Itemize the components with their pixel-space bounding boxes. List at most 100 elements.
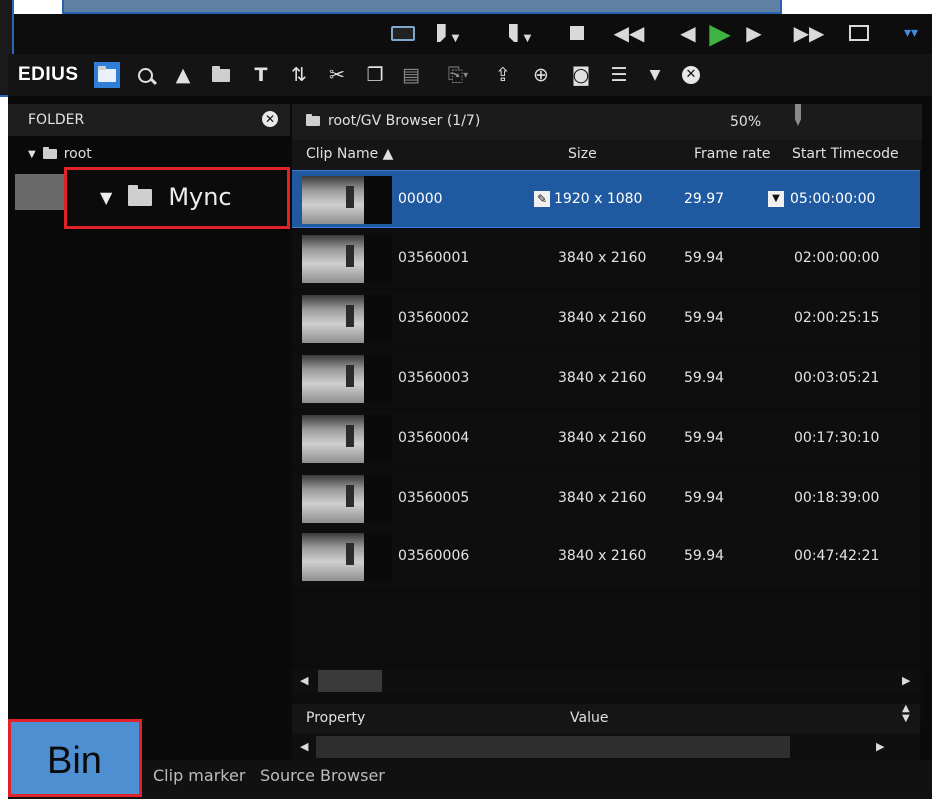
refresh-icon[interactable]: ⇅ [286,62,312,88]
property-horizontal-scrollbar[interactable]: ◀ ▶ [292,734,920,760]
folder-label-root: root [63,146,92,162]
clip-frame-rate: 29.97 [684,191,725,207]
column-clip-name[interactable]: Clip Name ▲ [306,146,393,162]
clip-start-timecode: 05:00:00:00 [790,191,876,207]
folder-icon [128,184,153,206]
expand-arrow-icon[interactable]: ▼ [100,188,112,207]
transport-bar: ▼ ▼ ◀◀ ◀ ▶ ▶ ▶▶ ▾▾ [14,14,932,54]
folder-close-icon[interactable]: ✕ [262,111,278,127]
edit-icon[interactable]: ✎ [534,191,550,207]
clip-start-timecode: 00:18:39:00 [794,490,880,506]
scroll-left-icon[interactable]: ◀ [300,740,308,753]
clip-size: 3840 x 2160 [558,490,647,506]
list-view-icon[interactable]: ☰ [606,62,632,88]
scroll-up-down-icon[interactable]: ▲ ▼ [902,704,910,724]
clip-frame-rate: 59.94 [684,430,725,446]
clip-size: 3840 x 2160 [558,250,647,266]
clip-row[interactable]: 03560005 3840 x 2160 59.94 00:18:39:00 [292,470,920,528]
clip-start-timecode: 00:47:42:21 [794,548,880,564]
expand-icon[interactable]: ▾▾ [898,18,924,48]
play-icon[interactable]: ▶ [702,17,738,50]
folder-icon[interactable] [94,62,120,88]
tab-clip-marker[interactable]: Clip marker [153,766,245,785]
folder-tree-mync[interactable]: ▼ Mync [100,183,232,211]
register-icon[interactable]: ◙ [568,62,594,88]
copy-icon[interactable]: ❐ [362,62,388,88]
folder-header-label: FOLDER [28,112,85,128]
horizontal-scrollbar[interactable]: ◀ ▶ [292,668,920,694]
scroll-right-icon[interactable]: ▶ [902,674,910,687]
tab-source-browser[interactable]: Source Browser [260,766,385,785]
clip-size: 3840 x 2160 [558,548,647,564]
clip-thumbnail [302,533,392,581]
clip-frame-rate: 59.94 [684,250,725,266]
monitor-icon[interactable] [390,18,416,48]
clip-thumbnail [302,415,392,463]
title-icon[interactable]: T [248,62,274,88]
column-size[interactable]: Size [568,146,597,162]
clip-frame-rate: 59.94 [684,310,725,326]
paste-icon[interactable]: ▤ [398,62,424,88]
folder-selection-indicator [15,174,65,210]
export-icon[interactable]: ⎘ ▾ [438,62,478,88]
app-logo: EDIUS [18,64,79,85]
scroll-right-icon[interactable]: ▶ [876,740,884,753]
clip-thumbnail [302,176,392,224]
column-start-timecode[interactable]: Start Timecode [792,146,899,162]
tab-bin-label: Bin [47,740,102,782]
dropdown-icon[interactable]: ▼ [768,191,784,207]
clip-row[interactable]: 03560003 3840 x 2160 59.94 00:03:05:21 [292,350,920,408]
clip-name: 03560002 [398,310,470,326]
scrollbar-thumb[interactable] [318,670,382,692]
stop-icon[interactable] [564,18,590,48]
clip-size: 3840 x 2160 [558,370,647,386]
clip-frame-rate: 59.94 [684,370,725,386]
step-back-icon[interactable]: ◀ [678,18,698,48]
folder-panel-header: FOLDER ✕ [8,104,290,136]
browser-path: root/GV Browser (1/7) [328,113,481,129]
scrollbar-thumb[interactable] [316,736,790,758]
clip-name: 00000 [398,191,443,207]
close-icon[interactable]: ✕ [678,62,704,88]
tab-bin[interactable]: Bin [8,719,142,797]
folder-icon [306,114,320,126]
clip-row[interactable]: 03560004 3840 x 2160 59.94 00:17:30:10 [292,410,920,468]
clip-name: 03560001 [398,250,470,266]
column-value[interactable]: Value [570,710,608,726]
folder-tree-root[interactable]: ▼ root [28,146,92,162]
clip-row[interactable]: 03560001 3840 x 2160 59.94 02:00:00:00 [292,230,920,288]
clip-name: 03560006 [398,548,470,564]
open-folder-icon[interactable] [208,62,234,88]
column-frame-rate[interactable]: Frame rate [694,146,771,162]
dropdown-icon[interactable]: ▼ [642,62,668,88]
clip-row[interactable]: 03560006 3840 x 2160 59.94 00:47:42:21 [292,528,920,586]
send-icon[interactable]: ⇪ [490,62,516,88]
clip-row[interactable]: 00000 ✎ 1920 x 1080 29.97 ▼ 05:00:00:00 [292,170,920,228]
mark-out-icon[interactable]: ▼ [500,18,540,48]
clip-thumbnail [302,475,392,523]
add-icon[interactable]: ⊕ [528,62,554,88]
clip-name: 03560005 [398,490,470,506]
scroll-left-icon[interactable]: ◀ [300,674,308,687]
clip-size: 3840 x 2160 [558,430,647,446]
column-property[interactable]: Property [306,710,365,726]
expand-arrow-icon[interactable]: ▼ [28,149,36,160]
vertical-scrollbar[interactable] [920,170,932,668]
cut-icon[interactable]: ✂ [324,62,350,88]
clip-frame-rate: 59.94 [684,490,725,506]
clip-name: 03560004 [398,430,470,446]
bin-toolbar: EDIUS ▲ T ⇅ ✂ ❐ ▤ ⎘ ▾ ⇪ ⊕ ◙ ☰ ▼ ✕ [8,54,932,96]
rewind-icon[interactable]: ◀◀ [614,18,645,48]
clip-size: 3840 x 2160 [558,310,647,326]
clip-table-header: Clip Name ▲ Size Frame rate Start Timeco… [292,140,922,171]
property-table-header: Property Value ▲ ▼ [292,704,920,734]
up-icon[interactable]: ▲ [170,62,196,88]
step-forward-icon[interactable]: ▶ [744,18,764,48]
loop-icon[interactable] [846,18,872,48]
clip-row[interactable]: 03560002 3840 x 2160 59.94 02:00:25:15 [292,290,920,348]
zoom-slider[interactable] [795,104,801,126]
fast-forward-icon[interactable]: ▶▶ [794,18,825,48]
mark-in-icon[interactable]: ▼ [428,18,468,48]
clip-start-timecode: 02:00:00:00 [794,250,880,266]
search-icon[interactable] [132,62,158,88]
